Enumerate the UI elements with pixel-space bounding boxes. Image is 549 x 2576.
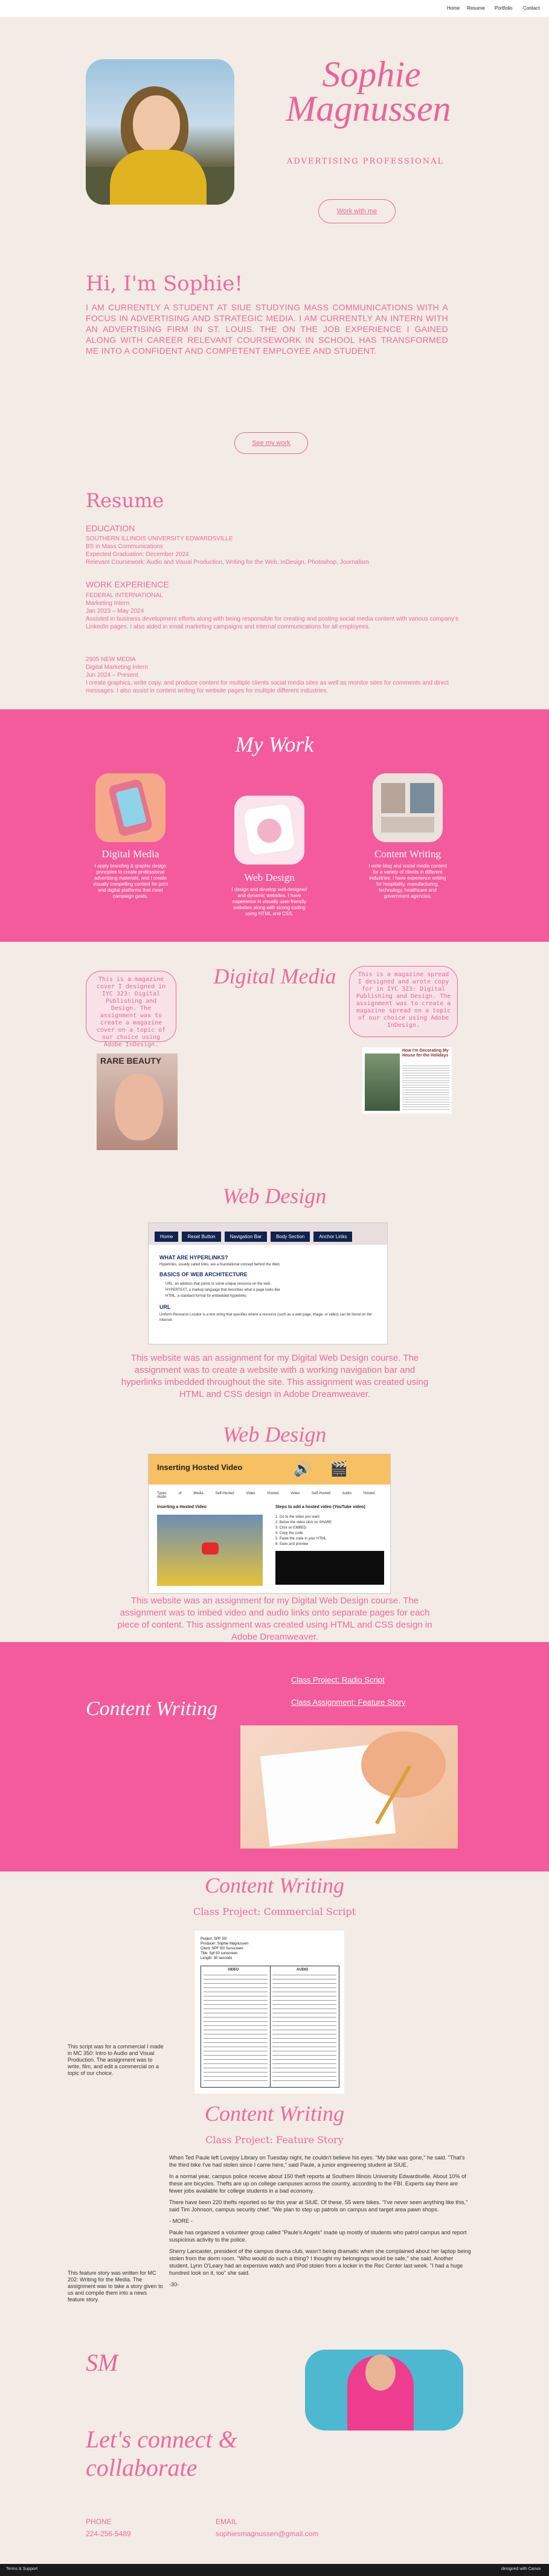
content-writing-thumb[interactable] bbox=[373, 773, 443, 842]
feature-story-link[interactable]: Class Assignment: Feature Story bbox=[291, 1698, 405, 1707]
see-my-work-button[interactable]: See my work bbox=[234, 432, 308, 454]
resume-heading: Resume bbox=[86, 489, 164, 512]
job-2905: 2905 NEW MEDIA Digital Marketing Intern Ju… bbox=[86, 656, 449, 694]
web-design-title: Web Design bbox=[244, 872, 295, 883]
commercial-script-doc[interactable]: Project: SPF 50! Producer: Sophie Magnuss… bbox=[194, 1931, 344, 2094]
magazine-cover-note: This is a magazine cover I designed in I… bbox=[86, 971, 176, 1048]
work-with-me-button[interactable]: Work with me bbox=[318, 199, 396, 223]
education-details: SOUTHERN ILLINOIS UNIVERSITY EDWARDSVILL… bbox=[86, 535, 370, 566]
wd2-site-title: Inserting Hosted Video bbox=[157, 1463, 243, 1472]
script-header: Project: SPF 50! Producer: Sophie Magnuss… bbox=[201, 1937, 249, 1960]
content-writing-title: Content Writing bbox=[374, 848, 441, 860]
commercial-heading: Content Writing bbox=[204, 1873, 344, 1897]
connect-heading-1: Let's connect & bbox=[86, 2426, 237, 2453]
digital-media-desc: I apply branding & graphic design princi… bbox=[92, 863, 169, 899]
content-writing-band-heading: Content Writing bbox=[86, 1698, 218, 1720]
wd2-right-heading: Steps to add a hosted video (YouTube vid… bbox=[275, 1505, 365, 1509]
nav-contact[interactable]: Contact bbox=[523, 5, 540, 11]
content-writing-desc: I write blog and social media content fo… bbox=[368, 863, 447, 899]
wd1-p1: Hyperlinks, usually called links, are a … bbox=[159, 1263, 281, 1267]
work-experience-heading: WORK EXPERIENCE bbox=[86, 580, 169, 589]
cover-masthead: RARE BEAUTY bbox=[100, 1056, 162, 1066]
commercial-note: This script was for a commercial I made … bbox=[68, 2044, 164, 2076]
wd1-h3: URL bbox=[159, 1304, 171, 1310]
col-audio: AUDIO bbox=[297, 1968, 309, 1972]
email-address[interactable]: sophiesmagnussen@gmail.com bbox=[216, 2530, 318, 2538]
wd1-nav: Home Reset Button Navigation Bar Body Secti… bbox=[155, 1230, 356, 1242]
web-design-2-caption: This website was an assignment for my Di… bbox=[117, 1596, 432, 1642]
col-video: VIDEO bbox=[228, 1968, 239, 1972]
job-federal: FEDERAL INTERNATIONAL Marketing Intern Jan… bbox=[86, 592, 459, 630]
radio-script-link[interactable]: Class Project: Radio Script bbox=[291, 1675, 385, 1684]
web-design-1-heading: Web Design bbox=[222, 1184, 327, 1208]
my-work-heading: My Work bbox=[235, 732, 314, 756]
wd1-list: URL, an address that points to some uniq… bbox=[165, 1282, 280, 1298]
hero-name-line2: Magnussen bbox=[286, 89, 451, 129]
commercial-subheading: Class Project: Commercial Script bbox=[193, 1906, 356, 1917]
nav-resume[interactable]: Resume bbox=[467, 5, 485, 11]
digital-media-title: Digital Media bbox=[101, 848, 159, 860]
speaker-icon: 🔊 bbox=[294, 1461, 312, 1477]
wd2-left-heading: Inserting a Hosted Video bbox=[157, 1505, 207, 1509]
phone-number[interactable]: 224-256-5489 bbox=[86, 2530, 131, 2538]
wd2-tabs: Types of Media Self-Hosted Video Hosted … bbox=[157, 1492, 375, 1499]
hero-tagline: ADVERTISING PROFESSIONAL bbox=[286, 157, 445, 166]
wd1-h2: BASICS OF WEB ARCHITECTURE bbox=[159, 1271, 248, 1277]
contact-photo bbox=[305, 2350, 463, 2431]
feature-subheading: Class Project: Feature Story bbox=[205, 2134, 344, 2146]
web-design-desc: I design and develop well-designed and d… bbox=[231, 887, 307, 916]
web-design-1-caption: This website was an assignment for my Di… bbox=[121, 1353, 429, 1399]
connect-heading-2: collaborate bbox=[86, 2454, 197, 2481]
phone-label: PHONE bbox=[86, 2517, 112, 2526]
magazine-spread-note: This is a magazine spread I designed and… bbox=[349, 966, 458, 1037]
video-thumbnail[interactable] bbox=[157, 1515, 263, 1586]
feature-note: This feature story was written for MC 20… bbox=[68, 2270, 163, 2303]
digital-media-heading: Digital Media bbox=[213, 964, 336, 988]
wd1-p3: Uniform Resource Locator is a text strin… bbox=[159, 1313, 372, 1322]
web-design-2-screenshot[interactable]: Inserting Hosted Video 🔊 🎬 Types of Medi… bbox=[148, 1454, 391, 1594]
spread-title: How I'm Decorating My House for the Holi… bbox=[402, 1049, 449, 1058]
sm-monogram: SM bbox=[86, 2349, 118, 2376]
feature-heading: Content Writing bbox=[204, 2101, 344, 2126]
footer-terms[interactable]: Terms & Support bbox=[6, 2567, 37, 2571]
web-design-2-heading: Web Design bbox=[222, 1422, 327, 1446]
magazine-cover-image[interactable]: RARE BEAUTY bbox=[97, 1053, 178, 1150]
education-heading: EDUCATION bbox=[86, 523, 135, 533]
web-design-1-screenshot[interactable]: Home Reset Button Navigation Bar Body Secti… bbox=[148, 1222, 388, 1344]
web-design-thumb[interactable] bbox=[234, 796, 304, 865]
hero-name-line1: Sophie bbox=[322, 54, 421, 94]
profile-photo bbox=[86, 59, 234, 205]
top-nav-bar: Home Resume Portfolio Contact bbox=[0, 0, 549, 17]
magazine-spread-image[interactable]: How I'm Decorating My House for the Holi… bbox=[362, 1047, 452, 1114]
wd2-steps: 1. Go to the video you want 2. Below the … bbox=[275, 1515, 332, 1546]
digital-media-thumb[interactable] bbox=[95, 773, 165, 842]
footer-canva[interactable]: designed with Canva bbox=[501, 2567, 541, 2571]
email-label: EMAIL bbox=[216, 2517, 238, 2526]
nav-home[interactable]: Home bbox=[447, 5, 460, 11]
writing-desk-photo bbox=[240, 1725, 458, 1849]
nav-portfolio[interactable]: Portfolio bbox=[495, 5, 512, 11]
feature-story-text: When Ted Paule left Lovejoy Library on T… bbox=[169, 2155, 471, 2287]
footer-bar: Terms & Support designed with Canva bbox=[0, 2564, 549, 2576]
intro-heading: Hi, I'm Sophie! bbox=[86, 272, 243, 296]
intro-body: I AM CURRENTLY A STUDENT AT SIUE STUDYIN… bbox=[86, 302, 448, 356]
clapperboard-icon: 🎬 bbox=[330, 1461, 348, 1477]
wd1-h1: WHAT ARE HYPERLINKS? bbox=[159, 1254, 228, 1261]
